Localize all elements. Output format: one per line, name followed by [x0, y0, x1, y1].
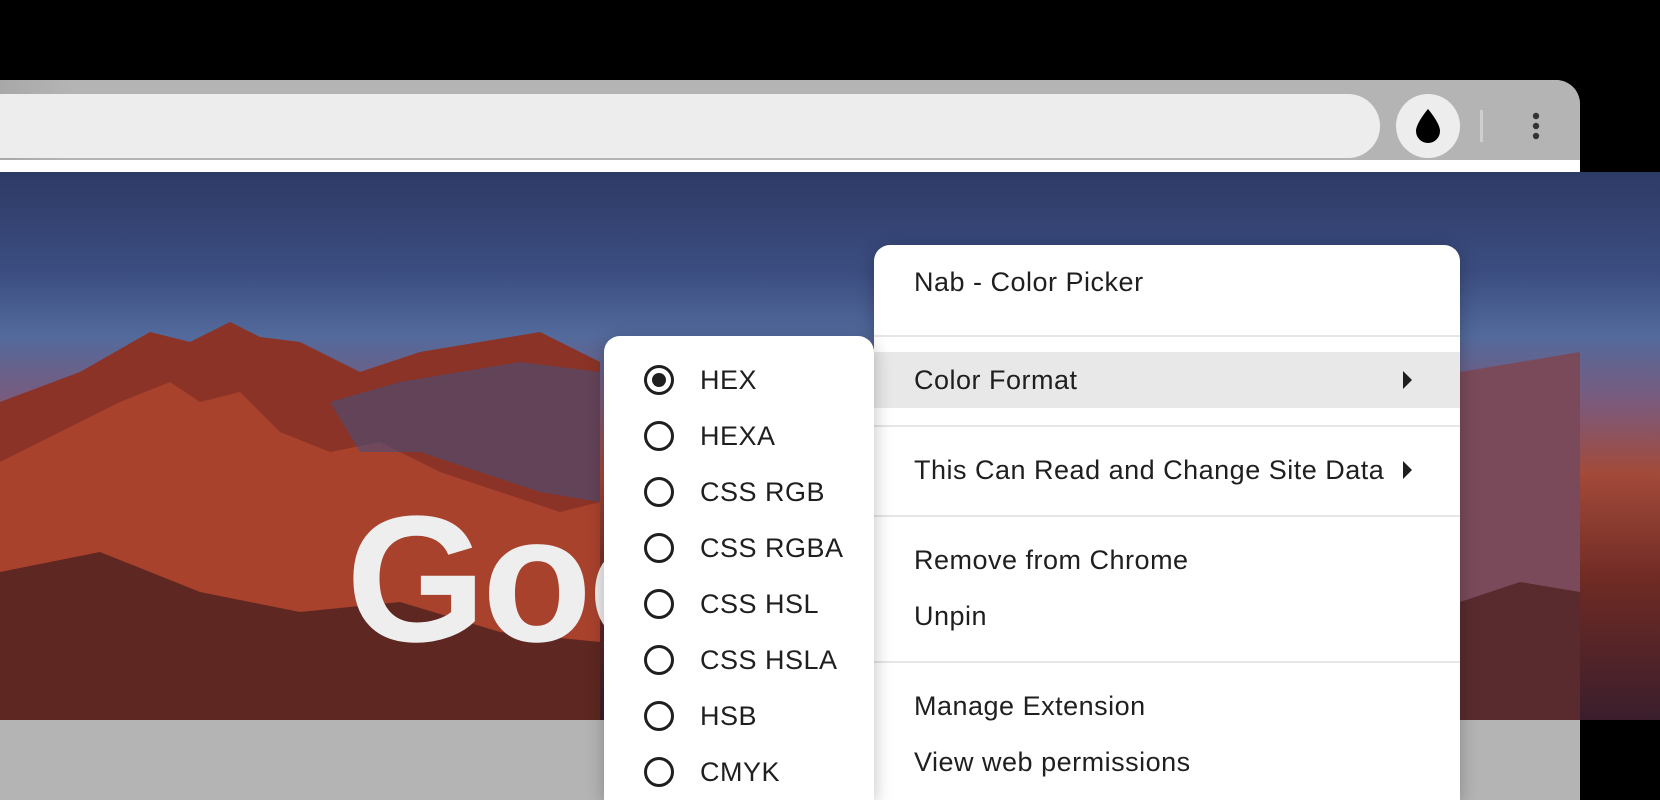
- menu-item-extension-name[interactable]: Nab - Color Picker: [874, 254, 1460, 310]
- format-option-label: CSS HSLA: [700, 644, 838, 675]
- menu-separator: [874, 661, 1460, 663]
- format-option-hex[interactable]: HEX: [604, 352, 874, 408]
- format-option-label: CMYK: [700, 756, 781, 787]
- radio-unselected-icon: [644, 477, 674, 507]
- menu-item-site-data[interactable]: This Can Read and Change Site Data: [874, 442, 1460, 498]
- format-option-css-hsl[interactable]: CSS HSL: [604, 576, 874, 632]
- menu-item-manage-extension[interactable]: Manage Extension: [874, 678, 1460, 734]
- radio-unselected-icon: [644, 589, 674, 619]
- radio-unselected-icon: [644, 645, 674, 675]
- toolbar-divider: [1480, 110, 1483, 142]
- menu-item-remove-from-chrome[interactable]: Remove from Chrome: [874, 532, 1460, 588]
- menu-item-color-format[interactable]: Color Format: [874, 352, 1460, 408]
- menu-separator: [874, 335, 1460, 337]
- radio-unselected-icon: [644, 533, 674, 563]
- menu-item-label: Color Format: [914, 364, 1078, 395]
- format-option-css-rgba[interactable]: CSS RGBA: [604, 520, 874, 576]
- submenu-arrow-icon: [1403, 371, 1412, 389]
- kebab-menu-icon[interactable]: [1522, 110, 1550, 142]
- radio-selected-icon: [644, 365, 674, 395]
- format-option-label: HEXA: [700, 420, 776, 451]
- address-bar[interactable]: [0, 94, 1380, 158]
- format-option-css-rgb[interactable]: CSS RGB: [604, 464, 874, 520]
- submenu-arrow-icon: [1403, 461, 1412, 479]
- menu-item-unpin[interactable]: Unpin: [874, 588, 1460, 644]
- radio-unselected-icon: [644, 421, 674, 451]
- format-option-hsb[interactable]: HSB: [604, 688, 874, 744]
- format-option-cmyk[interactable]: CMYK: [604, 744, 874, 800]
- eyedropper-drop-icon: [1416, 109, 1440, 143]
- radio-unselected-icon: [644, 701, 674, 731]
- color-format-submenu: HEX HEXA CSS RGB CSS RGBA CSS HSL CSS HS…: [604, 336, 874, 800]
- menu-item-view-web-permissions[interactable]: View web permissions: [874, 734, 1460, 790]
- format-option-label: HSB: [700, 700, 758, 731]
- menu-item-label: This Can Read and Change Site Data: [914, 454, 1385, 485]
- format-option-hexa[interactable]: HEXA: [604, 408, 874, 464]
- menu-separator: [874, 425, 1460, 427]
- format-option-label: CSS RGB: [700, 476, 826, 507]
- format-option-css-hsla[interactable]: CSS HSLA: [604, 632, 874, 688]
- extension-context-menu: Nab - Color Picker Color Format This Can…: [874, 245, 1460, 800]
- format-option-label: CSS RGBA: [700, 532, 844, 563]
- extension-button[interactable]: [1396, 94, 1460, 158]
- format-option-label: CSS HSL: [700, 588, 820, 619]
- radio-unselected-icon: [644, 757, 674, 787]
- menu-separator: [874, 515, 1460, 517]
- format-option-label: HEX: [700, 364, 758, 395]
